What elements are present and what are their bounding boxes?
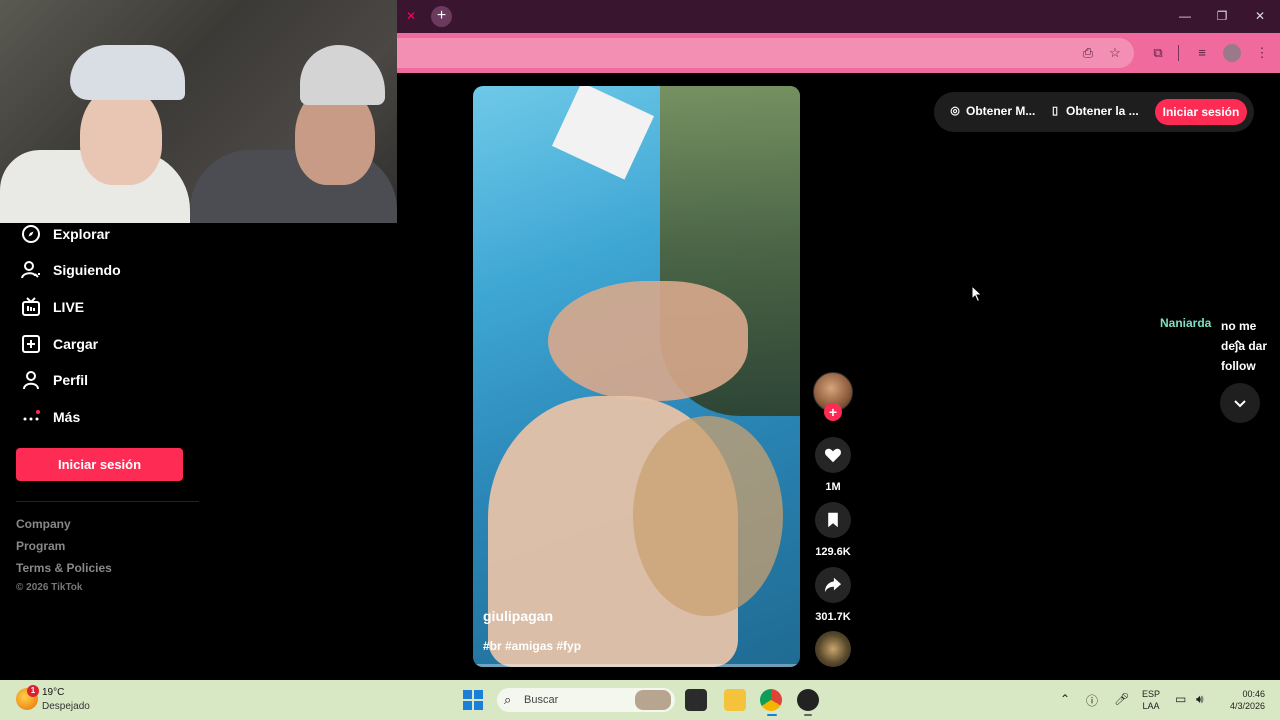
sidebar-item-mas[interactable]: Más bbox=[20, 405, 80, 429]
tab-close-icon[interactable]: ✕ bbox=[404, 9, 418, 23]
file-explorer-icon[interactable] bbox=[724, 689, 746, 711]
upload-plus-icon bbox=[20, 333, 42, 355]
share-arrow-icon bbox=[824, 577, 842, 593]
sidebar-item-siguiendo[interactable]: Siguiendo bbox=[20, 258, 121, 282]
save-count: 129.6K bbox=[815, 546, 851, 558]
previous-video-icon[interactable]: ⌃ bbox=[1231, 337, 1244, 357]
microphone-icon[interactable]: 🎤︎ bbox=[1114, 692, 1129, 706]
language-line-1: ESP bbox=[1142, 689, 1161, 699]
get-app-button-1[interactable]: ◎ Obtener M... bbox=[948, 104, 1035, 118]
taskbar-search-placeholder: Buscar bbox=[524, 694, 559, 706]
sidebar-item-cargar[interactable]: Cargar bbox=[20, 332, 98, 356]
sidebar-item-label: Cargar bbox=[53, 336, 99, 352]
footer-link-program[interactable]: Program bbox=[16, 539, 65, 553]
language-line-2: LAA bbox=[1142, 701, 1160, 711]
windows-start-icon[interactable] bbox=[463, 690, 483, 710]
webcam-person-left-face bbox=[80, 85, 162, 185]
sidebar-login-button[interactable]: Iniciar sesión bbox=[16, 448, 183, 481]
weather-condition[interactable]: Despejado bbox=[42, 701, 90, 712]
search-icon: ⌕ bbox=[504, 692, 512, 707]
close-window-button[interactable]: ✕ bbox=[1252, 8, 1268, 24]
more-dots-icon bbox=[20, 406, 42, 428]
phone-icon: ▯ bbox=[1051, 105, 1059, 117]
language-indicator[interactable]: ESP LAA bbox=[1142, 688, 1160, 712]
sidebar-item-label: Más bbox=[53, 409, 81, 425]
webcam-overlay bbox=[0, 0, 397, 223]
show-hidden-icons-icon[interactable]: ⌃ bbox=[1060, 692, 1070, 706]
chevron-down-icon bbox=[1234, 400, 1246, 408]
heart-icon bbox=[825, 448, 841, 463]
get-app-button-2[interactable]: ▯ Obtener la ... bbox=[1048, 104, 1139, 118]
search-highlight-image bbox=[635, 690, 671, 710]
copyright-text: © 2026 TikTok bbox=[16, 582, 83, 593]
volume-icon[interactable]: 🔊︎ bbox=[1196, 692, 1204, 707]
compass-small-icon: ◎ bbox=[950, 105, 960, 117]
app-icon[interactable] bbox=[797, 689, 819, 711]
comment-username: Naniarda bbox=[1160, 316, 1212, 330]
extensions-icon[interactable]: ⧉ bbox=[1149, 44, 1167, 62]
video-player[interactable]: giulipagan #br #amigas #fyp bbox=[473, 86, 800, 667]
address-input[interactable] bbox=[397, 38, 1134, 68]
browser-tab-bar bbox=[397, 0, 1280, 33]
bookmark-star-icon[interactable]: ☆ bbox=[1106, 44, 1124, 62]
network-info-icon[interactable]: ⓘ bbox=[1086, 692, 1098, 709]
sidebar-item-label: LIVE bbox=[53, 299, 85, 315]
media-controls-icon[interactable]: ≡ bbox=[1193, 44, 1211, 62]
app-running-indicator bbox=[804, 714, 812, 716]
new-tab-button[interactable]: + bbox=[431, 6, 452, 27]
get-app-label-2: Obtener la ... bbox=[1066, 104, 1139, 118]
screen: ✕ + — ❐ ✕ ⎙ ☆ ⧉ ≡ ⋮ Explorar Siguiendo L… bbox=[0, 0, 1280, 720]
webcam-person-right-cap bbox=[300, 45, 385, 105]
toolbar-divider bbox=[1178, 45, 1179, 61]
like-count: 1M bbox=[825, 481, 841, 493]
install-app-icon[interactable]: ⎙ bbox=[1079, 44, 1097, 62]
footer-link-company[interactable]: Company bbox=[16, 517, 71, 531]
webcam-person-left-cap bbox=[70, 45, 185, 100]
sidebar-divider bbox=[16, 501, 199, 502]
user-follow-icon bbox=[20, 259, 42, 281]
mouse-cursor-icon bbox=[971, 285, 983, 303]
browser-menu-icon[interactable]: ⋮ bbox=[1253, 44, 1271, 62]
minimize-button[interactable]: — bbox=[1177, 8, 1193, 24]
live-tv-icon bbox=[20, 296, 42, 318]
sidebar-item-label: Perfil bbox=[53, 372, 89, 388]
sidebar-item-label: Explorar bbox=[53, 226, 110, 242]
person-icon bbox=[20, 369, 42, 391]
video-progress-bar[interactable] bbox=[473, 664, 800, 667]
maximize-button[interactable]: ❐ bbox=[1214, 8, 1230, 24]
sidebar-item-label: Siguiendo bbox=[53, 262, 121, 278]
system-clock[interactable]: 00:46 4/3/2026 bbox=[1219, 688, 1265, 712]
sidebar-item-explorar[interactable]: Explorar bbox=[20, 222, 110, 246]
music-disc-icon[interactable] bbox=[815, 631, 851, 667]
next-video-button[interactable] bbox=[1220, 383, 1260, 423]
comment-text: no me deja dar follow bbox=[1221, 319, 1268, 373]
weather-badge: 1 bbox=[27, 685, 39, 697]
follow-plus-button[interactable]: + bbox=[824, 403, 842, 421]
footer-link-terms[interactable]: Terms & Policies bbox=[16, 561, 112, 575]
video-figure bbox=[548, 281, 748, 401]
sidebar-item-perfil[interactable]: Perfil bbox=[20, 368, 88, 392]
chrome-icon[interactable] bbox=[760, 689, 782, 711]
video-hashtags[interactable]: #br #amigas #fyp bbox=[483, 639, 581, 653]
save-button[interactable] bbox=[815, 502, 851, 538]
compass-icon bbox=[20, 223, 42, 245]
video-author-name[interactable]: giulipagan bbox=[483, 608, 553, 624]
share-count: 301.7K bbox=[815, 611, 851, 623]
weather-temperature[interactable]: 19°C bbox=[42, 687, 64, 698]
display-icon[interactable]: ▭ bbox=[1175, 692, 1186, 706]
video-figure bbox=[633, 416, 783, 616]
profile-avatar-icon[interactable] bbox=[1223, 44, 1241, 62]
like-button[interactable] bbox=[815, 437, 851, 473]
chrome-active-indicator bbox=[767, 714, 777, 716]
share-button[interactable] bbox=[815, 567, 851, 603]
clock-time: 00:46 bbox=[1242, 689, 1265, 699]
get-app-label-1: Obtener M... bbox=[966, 104, 1036, 118]
bookmark-icon bbox=[828, 512, 838, 528]
task-view-icon[interactable] bbox=[685, 689, 707, 711]
sidebar-item-live[interactable]: LIVE bbox=[20, 295, 84, 319]
clock-date: 4/3/2026 bbox=[1229, 701, 1265, 711]
top-login-button[interactable]: Iniciar sesión bbox=[1155, 99, 1247, 125]
video-pool-ladder bbox=[551, 86, 655, 180]
